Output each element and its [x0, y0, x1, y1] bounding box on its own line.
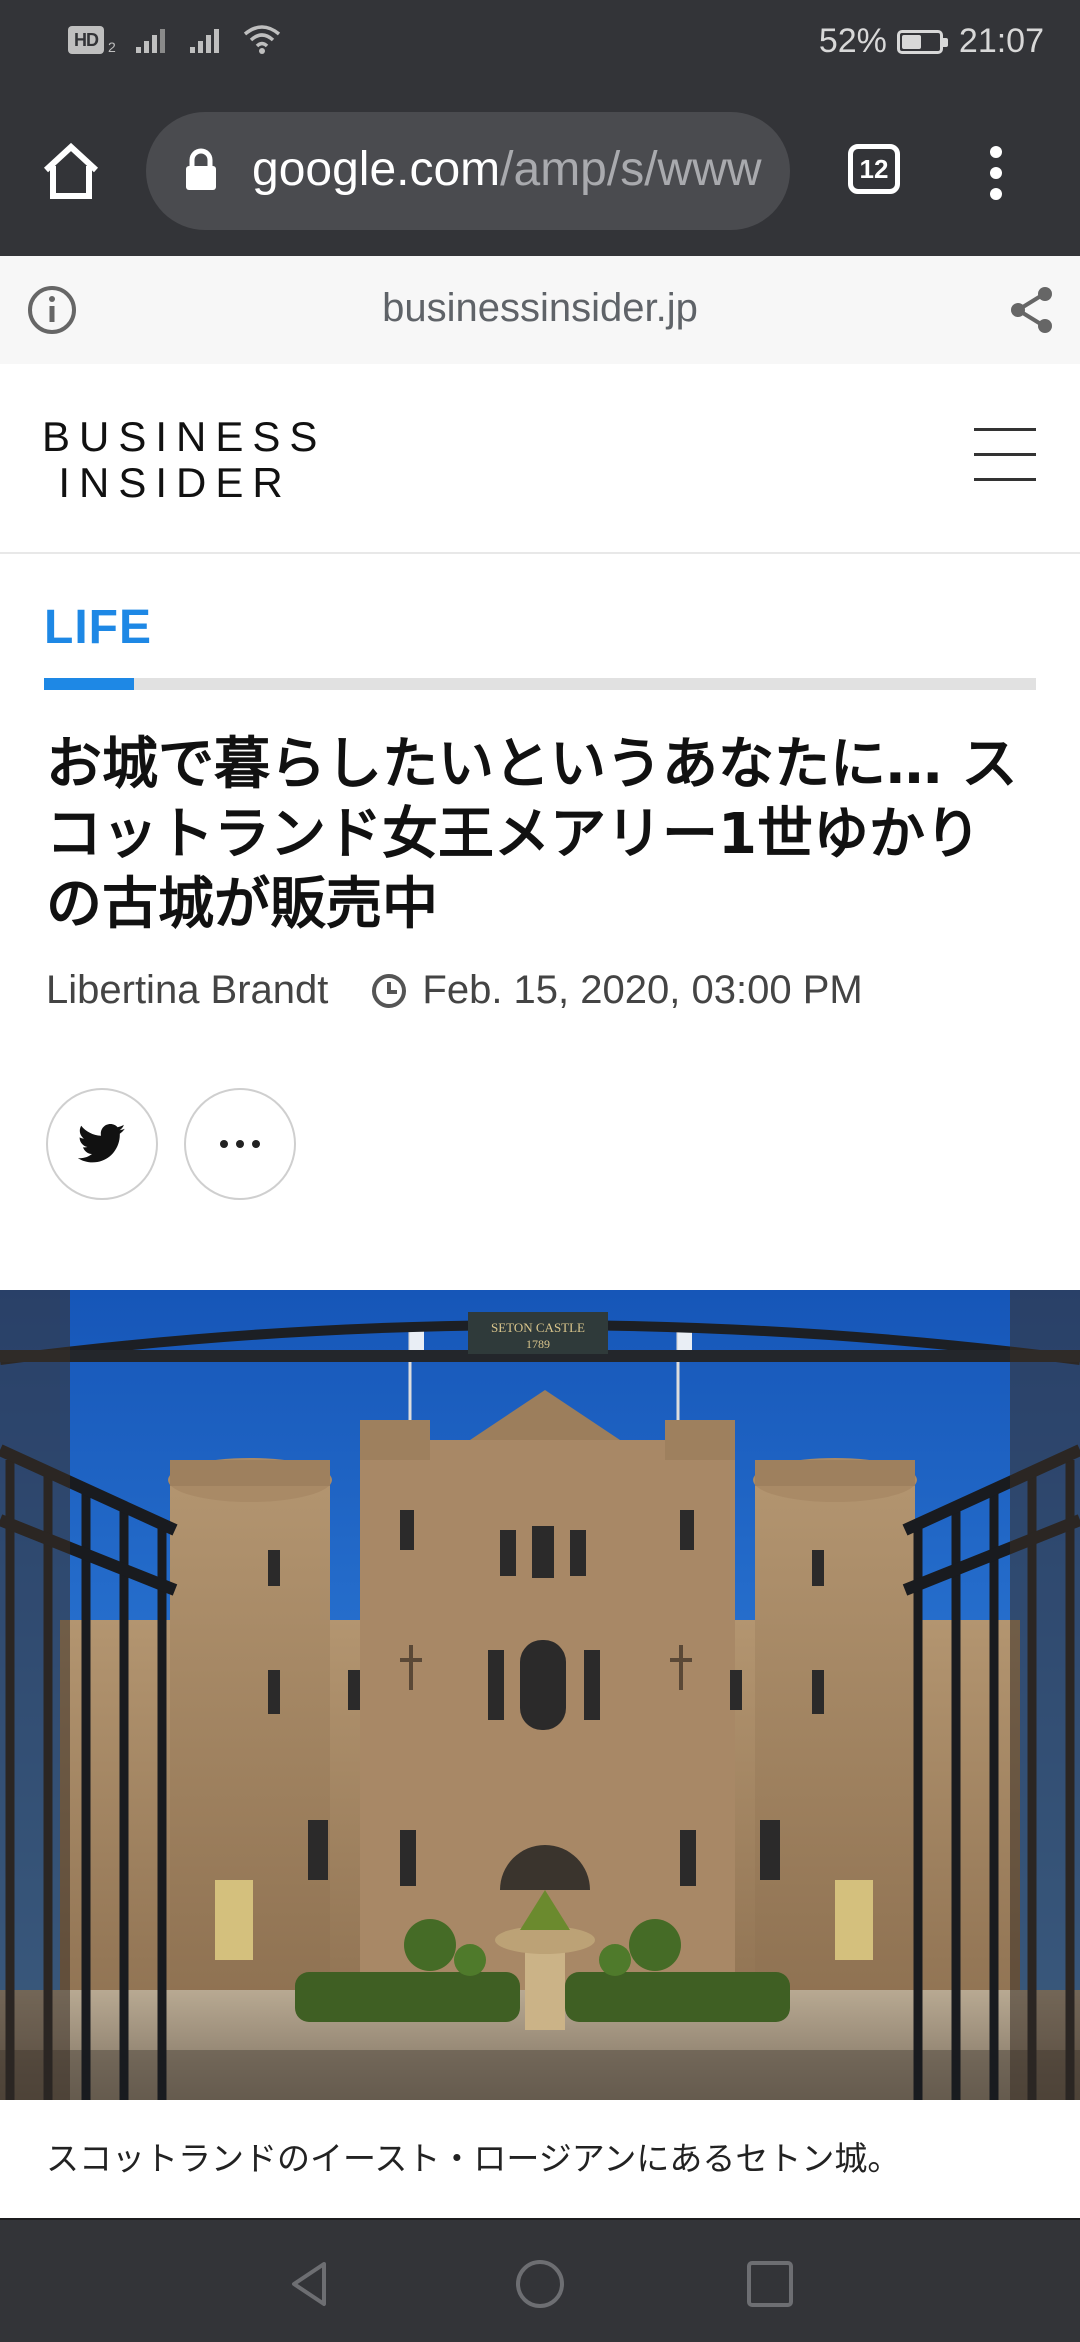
hd-sim-index: 2	[108, 39, 116, 55]
author-name[interactable]: Libertina Brandt	[46, 968, 328, 1013]
logo-line-1: BUSINESS	[42, 413, 327, 460]
system-nav-bar	[0, 2218, 1080, 2342]
url-path: /amp/s/www	[500, 143, 762, 196]
url-text[interactable]: google.com/amp/s/www	[252, 140, 772, 200]
battery-fill	[901, 34, 921, 49]
status-right: 52% 21:07	[819, 22, 1044, 61]
caption-text: スコットランドのイースト・ロージアンにあるセトン城。	[46, 2139, 901, 2178]
hd-voice-badge: HD	[68, 26, 104, 54]
clock-time: 21:07	[958, 22, 1044, 60]
home-icon[interactable]	[40, 140, 102, 202]
signal-icon-2	[189, 29, 219, 53]
tab-switcher-button[interactable]: 12	[848, 144, 900, 194]
image-caption: スコットランドのイースト・ロージアンにあるセトン城。	[0, 2100, 1080, 2218]
address-bar[interactable]: google.com/amp/s/www	[146, 112, 790, 230]
section-label[interactable]: LIFE	[44, 600, 152, 655]
sign-year: 1789	[526, 1337, 550, 1351]
site-header: BUSINESS INSIDER	[0, 364, 1080, 554]
business-insider-logo[interactable]: BUSINESS INSIDER	[42, 413, 327, 506]
twitter-share-button[interactable]	[46, 1088, 158, 1200]
hamburger-menu-icon[interactable]	[974, 428, 1036, 482]
share-icon[interactable]	[1006, 284, 1058, 336]
home-nav-icon[interactable]	[514, 2258, 566, 2310]
sign-text: SETON CASTLE	[491, 1320, 585, 1335]
section-divider	[44, 678, 1036, 690]
lock-icon	[186, 148, 216, 190]
overflow-menu-icon[interactable]	[986, 146, 1006, 200]
section-divider-accent	[44, 678, 134, 690]
status-bar: HD 2 52% 21:07	[0, 0, 1080, 90]
article-hero-image: SETON CASTLE 1789	[0, 1290, 1080, 2100]
publish-date: Feb. 15, 2020, 03:00 PM	[422, 968, 863, 1012]
battery-percent: 52%	[818, 22, 887, 60]
status-left-icons: HD 2	[68, 24, 282, 56]
wifi-icon	[243, 25, 280, 54]
browser-toolbar: google.com/amp/s/www 12	[0, 90, 1080, 256]
url-host: google.com	[252, 143, 501, 196]
logo-line-2: INSIDER	[58, 459, 292, 506]
amp-viewer-header: businessinsider.jp	[0, 256, 1080, 365]
twitter-icon	[78, 1124, 126, 1163]
signal-icon	[135, 29, 165, 53]
more-horizontal-icon	[220, 1140, 260, 1148]
byline: Libertina Brandt Feb. 15, 2020, 03:00 PM	[46, 968, 863, 1013]
more-share-button[interactable]	[184, 1088, 296, 1200]
castle-illustration: SETON CASTLE 1789	[0, 1290, 1080, 2100]
clock-icon	[372, 973, 407, 1008]
battery-icon	[896, 29, 948, 54]
share-buttons	[46, 1088, 296, 1200]
recents-icon[interactable]	[744, 2258, 796, 2310]
back-icon[interactable]	[284, 2258, 336, 2310]
amp-domain[interactable]: businessinsider.jp	[0, 286, 1080, 331]
article-title: お城で暮らしたいというあなたに… スコットランド女王メアリー1世ゆかりの古城が販…	[46, 732, 1018, 937]
